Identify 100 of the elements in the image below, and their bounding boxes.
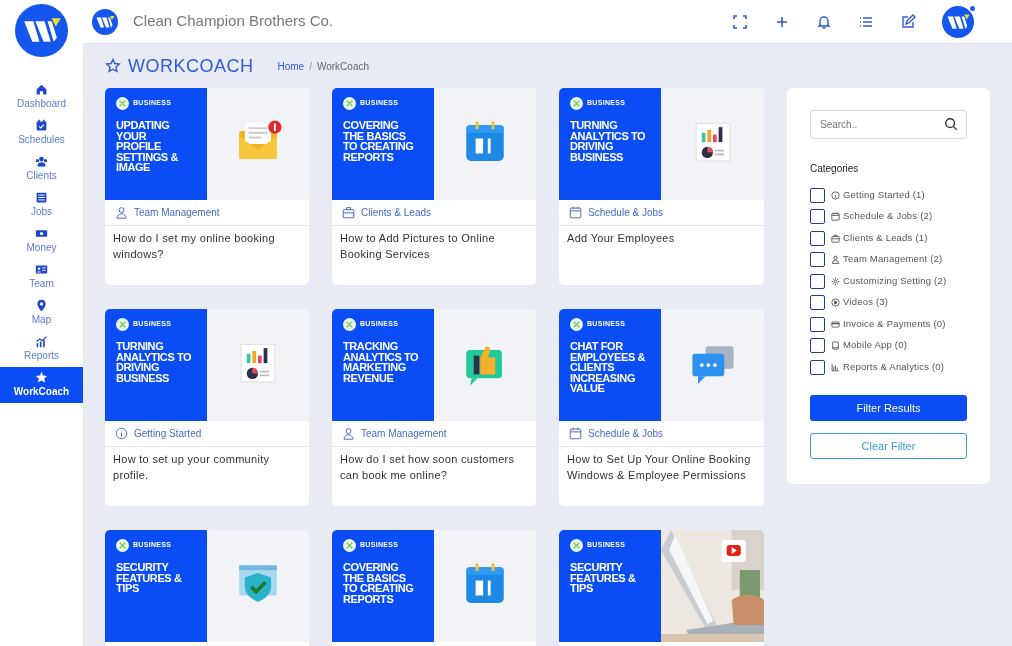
badge-icon	[116, 318, 129, 331]
category-option[interactable]: Reports & Analytics (0)	[810, 359, 967, 375]
article-title[interactable]: How to Add Pictures to Online Booking Services	[332, 226, 536, 262]
category-label: Clients & Leads (1)	[843, 230, 928, 245]
sidebar-item[interactable]: Jobs	[0, 187, 83, 223]
filter-results-button[interactable]: Filter Results	[810, 395, 967, 421]
star-icon	[35, 371, 48, 384]
category-label: Getting Started (1)	[843, 187, 925, 202]
logo-icon	[15, 4, 68, 57]
category-label[interactable]: Schedule & Jobs	[588, 205, 664, 220]
edit-icon[interactable]	[900, 13, 916, 30]
bars-icon	[831, 362, 840, 372]
pin-icon	[35, 299, 48, 312]
search-field[interactable]: Search..	[810, 110, 967, 139]
badge-icon	[570, 318, 583, 331]
page-title: WORKCOACH	[128, 54, 254, 78]
checkbox[interactable]	[810, 295, 825, 310]
home-icon	[35, 83, 48, 96]
article-title[interactable]: How do I set my online booking windows?	[105, 226, 309, 262]
badge-icon	[116, 539, 129, 552]
sidebar-item[interactable]: Team	[0, 259, 83, 295]
search-icon[interactable]	[944, 117, 958, 131]
card-icon	[831, 319, 840, 329]
sidebar-item[interactable]: WorkCoach	[0, 367, 83, 403]
idcard-icon	[35, 263, 48, 276]
sidebar-item[interactable]: Money	[0, 223, 83, 259]
checkbox[interactable]	[810, 230, 825, 246]
category-option[interactable]: Invoice & Payments (0)	[810, 316, 967, 332]
thumbnail-title: SECURITY FEATURES & TIPS	[116, 562, 183, 594]
category-label: Customizing Setting (2)	[843, 273, 947, 288]
briefcase-icon	[342, 206, 355, 219]
badge-icon	[570, 97, 583, 110]
play-icon	[831, 298, 840, 307]
categories-heading: Categories	[810, 162, 860, 176]
sidebar-item[interactable]: Reports	[0, 331, 83, 367]
logo-icon	[92, 8, 118, 35]
checkbox[interactable]	[810, 252, 825, 267]
breadcrumb-separator: /	[309, 59, 312, 74]
briefcase-icon	[831, 233, 840, 243]
badge-icon	[343, 318, 356, 331]
checkbox[interactable]	[810, 187, 825, 203]
category-option[interactable]: Team Management (2)	[810, 251, 967, 268]
category-label[interactable]: Team Management	[361, 426, 447, 441]
thumbnail-title: TURNING ANALYTICS TO DRIVING BUSINESS	[570, 120, 647, 162]
breadcrumb-link[interactable]: Home	[277, 58, 305, 74]
sidebar-item[interactable]: Schedules	[0, 115, 83, 151]
category-label: Schedule & Jobs (2)	[843, 209, 933, 224]
notification-icon[interactable]	[816, 13, 832, 30]
article-title[interactable]: Add Your Employees	[559, 226, 764, 246]
category-option[interactable]: Videos (3)	[810, 294, 967, 311]
checkbox[interactable]	[810, 359, 825, 375]
thumbnail-title: SECURITY FEATURES & TIPS	[570, 562, 637, 594]
category-option[interactable]: Clients & Leads (1)	[810, 230, 967, 246]
calendar-icon	[35, 119, 48, 132]
calendar-icon	[831, 212, 840, 221]
thumbnail-title: UPDATING YOUR PROFILE SETTINGS & IMAGE	[116, 120, 179, 173]
user-icon	[115, 206, 128, 219]
checkbox[interactable]	[810, 338, 825, 353]
category-label: Team Management (2)	[843, 252, 943, 267]
category-option[interactable]: Customizing Setting (2)	[810, 273, 967, 289]
category-label[interactable]: Schedule & Jobs	[588, 426, 664, 441]
gear-icon	[831, 276, 840, 286]
thumbnail-title: CHAT FOR EMPLOYEES & CLIENTS INCREASING VALUE	[570, 341, 647, 394]
badge-icon	[343, 539, 356, 552]
thumbnail-title: TRACKING ANALYTICS TO MARKETING REVENUE	[343, 341, 420, 383]
article-title[interactable]: How do I set how soon customers can book me online?	[332, 447, 536, 483]
sidebar-item[interactable]: Clients	[0, 151, 83, 187]
star-icon	[105, 58, 121, 74]
sidebar-item[interactable]: Dashboard	[0, 79, 83, 115]
category-label: Invoice & Payments (0)	[843, 316, 946, 331]
category-option[interactable]: Getting Started (1)	[810, 187, 967, 203]
category-label[interactable]: Clients & Leads	[361, 205, 432, 220]
user-icon	[831, 255, 840, 264]
thumbnail-title: COVERING THE BASICS TO CREATING REPORTS	[343, 562, 415, 604]
category-option[interactable]: Schedule & Jobs (2)	[810, 208, 967, 225]
user-icon	[342, 427, 355, 440]
company-name: Clean Champion Brothers Co.	[133, 11, 334, 32]
checkbox[interactable]	[810, 316, 825, 332]
thumbnail-title: COVERING THE BASICS TO CREATING REPORTS	[343, 120, 415, 162]
chart-icon	[35, 335, 48, 348]
category-label[interactable]: Getting Started	[134, 426, 202, 441]
badge-icon	[116, 97, 129, 110]
sidebar-item[interactable]: Map	[0, 295, 83, 331]
thumbnail-title: TURNING ANALYTICS TO DRIVING BUSINESS	[116, 341, 193, 383]
info-icon	[831, 190, 840, 200]
checkbox[interactable]	[810, 209, 825, 224]
avatar-icon[interactable]	[942, 5, 974, 38]
checkbox[interactable]	[810, 273, 825, 289]
money-icon	[35, 227, 48, 240]
tablet-icon	[831, 341, 840, 350]
article-title[interactable]: How to set up your community profile.	[105, 447, 309, 483]
category-label: Mobile App (0)	[843, 338, 908, 353]
category-label: Reports & Analytics (0)	[843, 359, 945, 374]
badge-icon	[570, 539, 583, 552]
fullscreen-icon[interactable]	[732, 13, 748, 30]
info-icon	[115, 427, 128, 440]
article-title[interactable]: How to Set Up Your Online Booking Windows & Employee Permissions	[559, 447, 764, 483]
category-option[interactable]: Mobile App (0)	[810, 337, 967, 354]
category-label[interactable]: Team Management	[134, 205, 220, 220]
calendar-icon	[569, 206, 582, 219]
